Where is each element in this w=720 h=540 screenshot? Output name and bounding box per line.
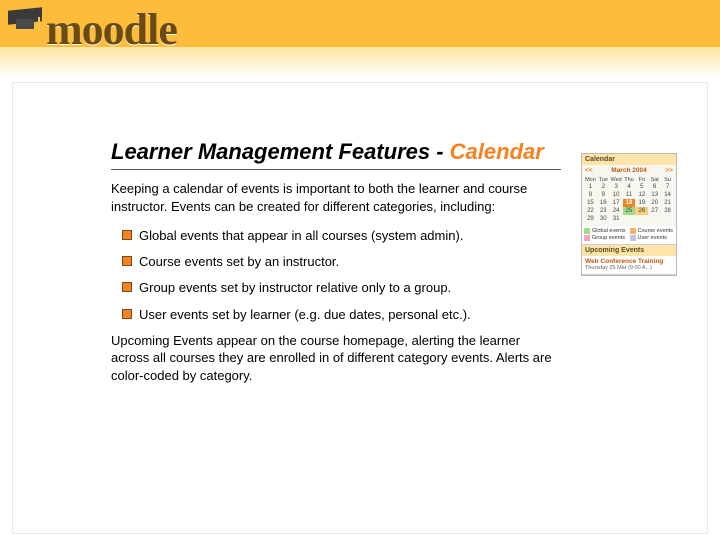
event-subtitle: Thursday 25 Mar (9:00 A...)	[585, 265, 673, 271]
app-header: moodle	[0, 0, 720, 78]
calendar-day	[648, 215, 661, 223]
legend-global: Global events	[592, 228, 626, 234]
calendar-nav: << March 2004 >>	[582, 165, 676, 176]
calendar-day[interactable]: 2	[597, 183, 610, 191]
legend-group: Group events	[592, 235, 625, 241]
next-month-button[interactable]: >>	[665, 167, 673, 174]
calendar-day[interactable]: 7	[661, 183, 674, 191]
graduation-cap-icon	[8, 9, 44, 35]
calendar-day[interactable]: 25	[623, 207, 636, 215]
list-item: Global events that appear in all courses…	[123, 227, 561, 245]
calendar-day[interactable]: 19	[635, 199, 648, 207]
calendar-day[interactable]: 29	[584, 215, 597, 223]
calendar-day[interactable]: 17	[610, 199, 623, 207]
title-prefix: Learner Management Features -	[111, 139, 450, 164]
calendar-day[interactable]: 20	[648, 199, 661, 207]
content-card: Learner Management Features - Calendar K…	[12, 82, 708, 534]
prev-month-button[interactable]: <<	[585, 167, 593, 174]
outro-paragraph: Upcoming Events appear on the course hom…	[111, 332, 561, 385]
calendar-day[interactable]: 21	[661, 199, 674, 207]
legend-course: Course events	[638, 228, 673, 234]
bullet-list: Global events that appear in all courses…	[123, 227, 561, 324]
calendar-day[interactable]: 11	[623, 191, 636, 199]
title-accent: Calendar	[450, 139, 544, 164]
calendar-day	[661, 215, 674, 223]
calendar-day[interactable]: 26	[635, 207, 648, 215]
calendar-day[interactable]: 13	[648, 191, 661, 199]
calendar-header: Calendar	[582, 154, 676, 165]
calendar-day[interactable]: 1	[584, 183, 597, 191]
brand-logo: moodle	[0, 0, 720, 58]
calendar-day[interactable]: 5	[635, 183, 648, 191]
calendar-day[interactable]: 8	[584, 191, 597, 199]
intro-paragraph: Keeping a calendar of events is importan…	[111, 180, 561, 215]
event-title: Web Conference Training	[585, 258, 673, 265]
calendar-day[interactable]: 14	[661, 191, 674, 199]
brand-name: moodle	[46, 4, 177, 55]
list-item: Group events set by instructor relative …	[123, 279, 561, 297]
calendar-month-label: March 2004	[611, 167, 646, 174]
calendar-widget: Calendar << March 2004 >> MonTueWedThuFr…	[581, 153, 677, 276]
calendar-day[interactable]: 22	[584, 207, 597, 215]
calendar-legend: Global events Course events Group events…	[582, 226, 676, 244]
calendar-day[interactable]: 27	[648, 207, 661, 215]
list-item: Course events set by an instructor.	[123, 253, 561, 271]
calendar-day[interactable]: 24	[610, 207, 623, 215]
calendar-day	[635, 215, 648, 223]
calendar-day[interactable]: 31	[610, 215, 623, 223]
calendar-day[interactable]: 10	[610, 191, 623, 199]
calendar-day[interactable]: 16	[597, 199, 610, 207]
page-title: Learner Management Features - Calendar	[111, 139, 561, 170]
calendar-day[interactable]: 3	[610, 183, 623, 191]
calendar-day[interactable]: 28	[661, 207, 674, 215]
upcoming-item[interactable]: Web Conference Training Thursday 25 Mar …	[582, 256, 676, 274]
calendar-day[interactable]: 12	[635, 191, 648, 199]
calendar-day[interactable]: 18	[623, 199, 636, 207]
calendar-day[interactable]: 23	[597, 207, 610, 215]
calendar-day[interactable]: 9	[597, 191, 610, 199]
calendar-grid: MonTueWedThuFriSatSu12345678910111213141…	[582, 176, 676, 226]
list-item: User events set by learner (e.g. due dat…	[123, 306, 561, 324]
calendar-day	[623, 215, 636, 223]
legend-user: User events	[638, 235, 667, 241]
calendar-day[interactable]: 30	[597, 215, 610, 223]
calendar-day[interactable]: 6	[648, 183, 661, 191]
calendar-day[interactable]: 4	[623, 183, 636, 191]
upcoming-header: Upcoming Events	[582, 245, 676, 256]
calendar-day[interactable]: 15	[584, 199, 597, 207]
